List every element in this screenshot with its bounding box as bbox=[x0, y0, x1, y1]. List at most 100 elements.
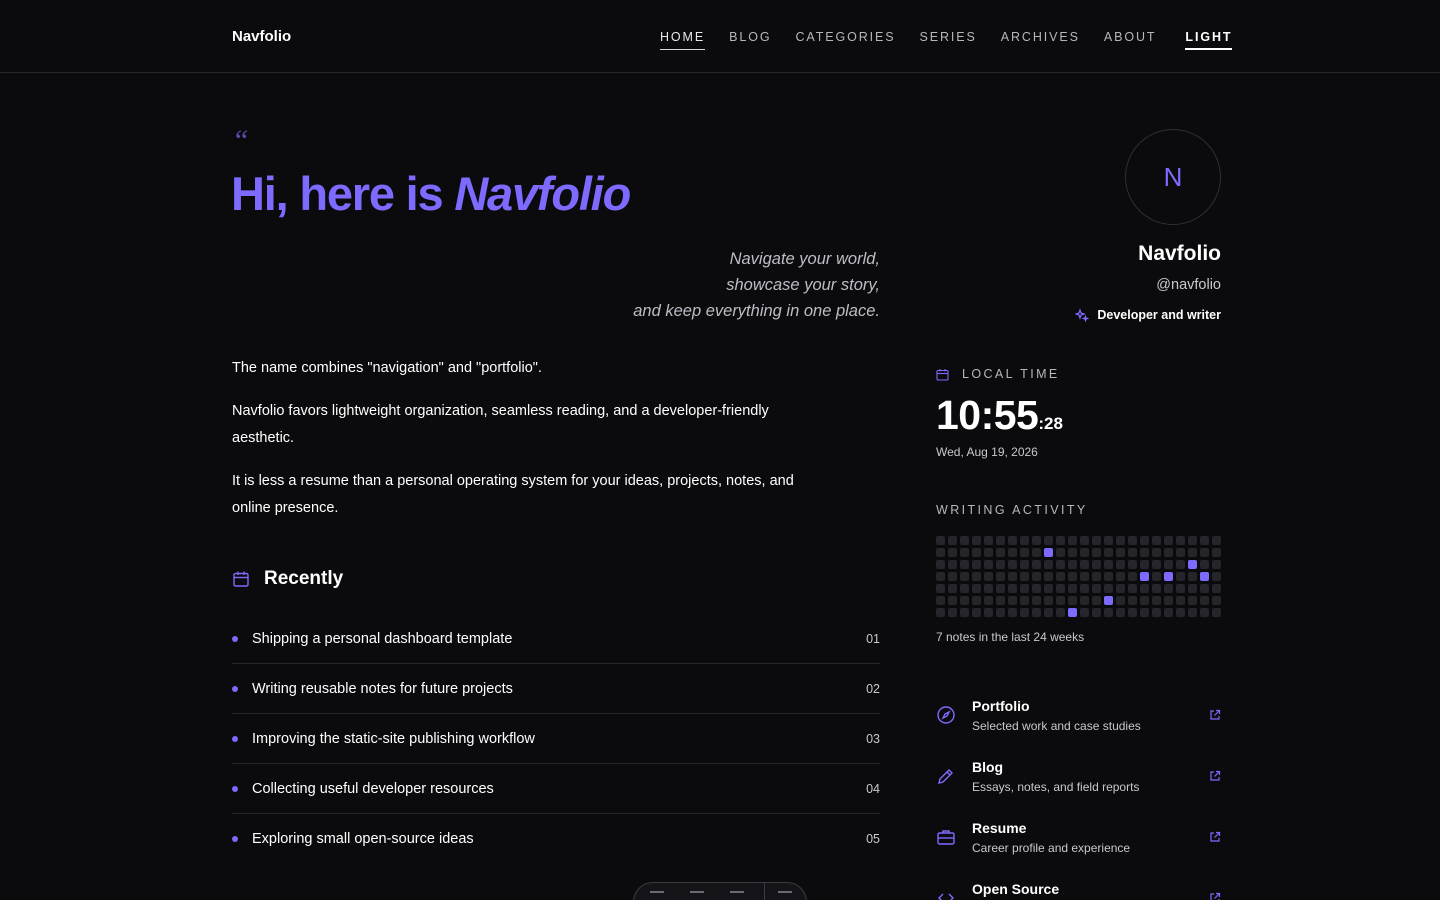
profile-name: Navfolio bbox=[1138, 242, 1221, 265]
activity-cell bbox=[960, 536, 969, 545]
activity-cell bbox=[1032, 536, 1041, 545]
activity-cell bbox=[1212, 584, 1221, 593]
link-description: Selected work and case studies bbox=[972, 719, 1141, 733]
activity-cell bbox=[1176, 536, 1185, 545]
nav-home[interactable]: HOME bbox=[660, 30, 706, 50]
activity-cell bbox=[1188, 572, 1197, 581]
activity-cell bbox=[1080, 560, 1089, 569]
external-link-icon[interactable] bbox=[1209, 770, 1221, 782]
activity-cell bbox=[984, 584, 993, 593]
external-link-icon[interactable] bbox=[1209, 709, 1221, 721]
activity-cell bbox=[1164, 608, 1173, 617]
recent-item-number: 03 bbox=[866, 731, 880, 746]
activity-cell bbox=[984, 572, 993, 581]
activity-cell bbox=[996, 536, 1005, 545]
floating-toolbar[interactable] bbox=[633, 882, 807, 900]
activity-cell bbox=[936, 584, 945, 593]
activity-cell bbox=[1104, 596, 1113, 605]
link-open-source[interactable]: Open Source bbox=[936, 868, 1221, 900]
list-item[interactable]: Shipping a personal dashboard template 01 bbox=[232, 614, 880, 664]
activity-cell bbox=[996, 596, 1005, 605]
activity-cell bbox=[1068, 548, 1077, 557]
main-nav: HOME BLOG CATEGORIES SERIES ARCHIVES ABO… bbox=[660, 30, 1233, 50]
activity-cell bbox=[972, 548, 981, 557]
toolbar-icon[interactable] bbox=[730, 891, 744, 900]
activity-cell bbox=[1152, 584, 1161, 593]
hero-title-name: Navfolio bbox=[454, 167, 631, 220]
activity-cell bbox=[1104, 560, 1113, 569]
activity-cell bbox=[948, 560, 957, 569]
nav-about[interactable]: ABOUT bbox=[1104, 30, 1157, 50]
quick-links: Portfolio Selected work and case studies… bbox=[936, 685, 1221, 900]
activity-cell bbox=[1068, 536, 1077, 545]
activity-cell bbox=[996, 608, 1005, 617]
briefcase-icon bbox=[937, 830, 955, 845]
activity-cell bbox=[1020, 548, 1029, 557]
bullet-icon bbox=[232, 735, 238, 742]
list-item[interactable]: Exploring small open-source ideas 05 bbox=[232, 814, 880, 864]
activity-cell bbox=[1116, 596, 1125, 605]
activity-cell bbox=[972, 560, 981, 569]
activity-cell bbox=[1176, 596, 1185, 605]
activity-cell bbox=[1056, 608, 1065, 617]
activity-cell bbox=[1188, 584, 1197, 593]
theme-toggle-button[interactable]: LIGHT bbox=[1185, 30, 1233, 50]
tagline-line: Navigate your world, bbox=[729, 250, 880, 268]
activity-cell bbox=[960, 548, 969, 557]
nav-blog[interactable]: BLOG bbox=[729, 30, 771, 50]
activity-cell bbox=[996, 572, 1005, 581]
nav-categories[interactable]: CATEGORIES bbox=[795, 30, 895, 50]
activity-cell bbox=[1188, 596, 1197, 605]
nav-series[interactable]: SERIES bbox=[919, 30, 976, 50]
list-item[interactable]: Collecting useful developer resources 04 bbox=[232, 764, 880, 814]
list-item[interactable]: Improving the static-site publishing wor… bbox=[232, 714, 880, 764]
recent-item-number: 02 bbox=[866, 681, 880, 696]
activity-cell bbox=[1044, 584, 1053, 593]
activity-cell bbox=[1020, 560, 1029, 569]
link-portfolio[interactable]: Portfolio Selected work and case studies bbox=[936, 685, 1221, 746]
activity-cell bbox=[1140, 560, 1149, 569]
activity-cell bbox=[1152, 560, 1161, 569]
activity-cell bbox=[1056, 596, 1065, 605]
writing-activity-label: WRITING ACTIVITY bbox=[936, 503, 1088, 517]
activity-cell bbox=[1080, 572, 1089, 581]
toolbar-icon[interactable] bbox=[690, 891, 704, 900]
link-blog[interactable]: Blog Essays, notes, and field reports bbox=[936, 746, 1221, 807]
activity-cell bbox=[1104, 572, 1113, 581]
activity-cell bbox=[1008, 572, 1017, 581]
activity-cell bbox=[1044, 608, 1053, 617]
activity-cell bbox=[1116, 548, 1125, 557]
activity-cell bbox=[1200, 536, 1209, 545]
activity-cell bbox=[960, 596, 969, 605]
activity-cell bbox=[1092, 584, 1101, 593]
link-resume[interactable]: Resume Career profile and experience bbox=[936, 807, 1221, 868]
link-description: Career profile and experience bbox=[972, 841, 1131, 855]
settings-icon[interactable] bbox=[778, 891, 792, 900]
activity-cell bbox=[1020, 572, 1029, 581]
activity-cell bbox=[948, 536, 957, 545]
recent-item-title: Improving the static-site publishing wor… bbox=[252, 730, 535, 747]
compass-icon bbox=[937, 706, 955, 724]
activity-cell bbox=[1032, 596, 1041, 605]
list-item[interactable]: Writing reusable notes for future projec… bbox=[232, 664, 880, 714]
activity-cell bbox=[972, 572, 981, 581]
activity-cell bbox=[1092, 548, 1101, 557]
activity-cell bbox=[1092, 608, 1101, 617]
activity-cell bbox=[1080, 596, 1089, 605]
activity-cell bbox=[1200, 560, 1209, 569]
activity-cell bbox=[1212, 548, 1221, 557]
hero-tagline: Navigate your world, showcase your story… bbox=[560, 246, 880, 324]
external-link-icon[interactable] bbox=[1209, 831, 1221, 843]
brand-link[interactable]: Navfolio bbox=[232, 28, 291, 45]
activity-cell bbox=[1152, 608, 1161, 617]
activity-cell bbox=[1080, 548, 1089, 557]
activity-cell bbox=[1128, 584, 1137, 593]
activity-cell bbox=[1152, 548, 1161, 557]
nav-archives[interactable]: ARCHIVES bbox=[1001, 30, 1080, 50]
external-link-icon[interactable] bbox=[1209, 892, 1221, 900]
toolbar-icon[interactable] bbox=[650, 891, 664, 900]
activity-cell bbox=[1032, 572, 1041, 581]
activity-cell bbox=[936, 596, 945, 605]
activity-cell bbox=[1080, 608, 1089, 617]
recent-item-title: Exploring small open-source ideas bbox=[252, 831, 474, 847]
